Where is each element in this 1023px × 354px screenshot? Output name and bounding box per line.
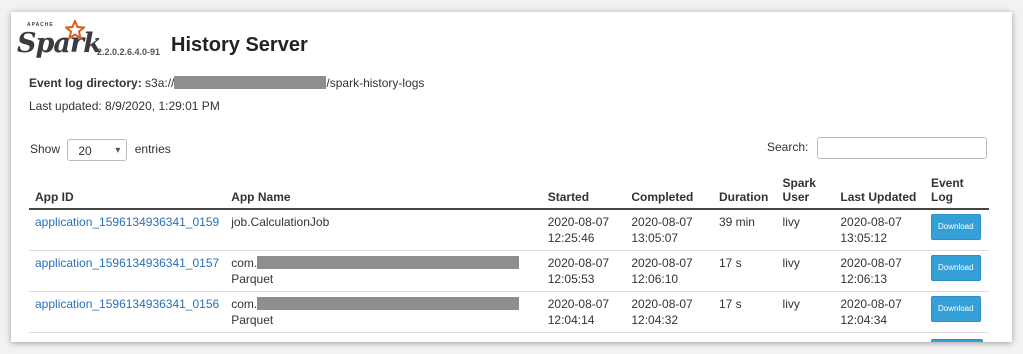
last-updated-date: 2020-08-07	[840, 297, 902, 311]
page-size-select[interactable]: 20 ▾	[67, 139, 128, 161]
header-event-log[interactable]: Event Log	[925, 172, 989, 210]
duration: 39 min	[712, 208, 777, 251]
started-cell: 2020-08-07 12:05:53	[541, 250, 626, 292]
page-size-value: 20	[78, 144, 92, 158]
app-name-text: job.CalculationJob	[231, 215, 330, 229]
last-updated-date: 2020-08-07	[840, 215, 902, 229]
header-started[interactable]: Started	[541, 172, 626, 210]
last-updated-cell: 2020-08-07 13:05:12	[834, 208, 925, 251]
applications-table: App ID App Name Started Completed Durati…	[29, 172, 989, 342]
app-name: com. Parquet	[225, 291, 542, 333]
header-app-name[interactable]: App Name	[225, 172, 542, 210]
last-updated-date: 2020-08-07	[840, 256, 902, 270]
table-row: application_1596134936341_0159 job.Calcu…	[29, 208, 989, 251]
last-updated-cell: 2020-08-07 12:06:13	[834, 250, 925, 292]
show-label: Show	[30, 142, 61, 157]
event-log-prefix: s3a://	[145, 76, 175, 90]
duration: 17 s	[712, 250, 777, 292]
search-input[interactable]	[816, 137, 987, 159]
event-log-directory: Event log directory: s3a:// /spark-histor…	[29, 76, 424, 90]
app-id-link[interactable]: application_1596134936341_0157	[35, 256, 219, 270]
last-updated-cell: 2020-08-07 12:04:34	[834, 291, 925, 333]
completed-date: 2020-08-07	[631, 256, 693, 270]
started-cell: 2020-08-07 12:25:46	[541, 208, 626, 251]
started-date: 2020-08-07	[547, 256, 610, 270]
completed-cell: 2020-08-07 12:04:32	[625, 291, 713, 333]
app-name: job.CalculationJob	[225, 208, 542, 251]
completed-date: 2020-08-07	[631, 297, 693, 311]
download-button[interactable]: Download	[931, 255, 981, 281]
redacted-bucket	[174, 76, 327, 89]
app-id-link[interactable]: application_1596134936341_0159	[35, 215, 219, 229]
header-spark-user[interactable]: Spark User	[776, 172, 835, 210]
app-name-prefix: com.	[231, 297, 258, 311]
spark-user: livy	[776, 208, 835, 251]
table-row: application_1596134936341_0156 com. Parqu…	[29, 291, 989, 333]
last-updated-time: 13:05:12	[840, 231, 888, 245]
started-time: 12:04:14	[547, 313, 595, 327]
spark-logo[interactable]: APACHE Spark	[17, 20, 102, 62]
entries-label: entries	[134, 142, 171, 157]
page-title: History Server	[171, 34, 308, 56]
event-log-label: Event log directory:	[29, 76, 142, 90]
redacted-app-name	[257, 297, 520, 310]
table-header-row: App ID App Name Started Completed Durati…	[29, 172, 989, 210]
page-size-control: Show 20 ▾ entries	[30, 139, 171, 161]
chevron-down-icon: ▾	[115, 145, 121, 156]
search-label: Search:	[767, 140, 809, 155]
search-control: Search:	[767, 137, 987, 159]
header: APACHE Spark 2.2.0.2.6.4.0-91 History Se…	[17, 18, 617, 68]
duration: 17 s	[712, 291, 777, 333]
started-date: 2020-08-07	[547, 297, 610, 311]
app-name-suffix: Parquet	[231, 272, 274, 286]
completed-date: 2020-08-07	[631, 215, 693, 229]
download-button[interactable]: Download	[931, 296, 981, 322]
event-log-suffix: /spark-history-logs	[326, 76, 425, 90]
spark-user: livy	[776, 291, 835, 333]
download-button-partial[interactable]	[931, 339, 983, 342]
spark-user: livy	[776, 250, 835, 292]
completed-time: 12:06:10	[631, 272, 679, 286]
completed-time: 12:04:32	[631, 313, 679, 327]
partial-row-cell	[29, 332, 925, 342]
spark-wordmark: Spark	[17, 28, 102, 59]
last-updated-time: 12:06:13	[840, 272, 888, 286]
started-date: 2020-08-07	[547, 215, 610, 229]
spark-version: 2.2.0.2.6.4.0-91	[97, 47, 161, 57]
app-name-suffix: Parquet	[231, 313, 274, 327]
table-row: application_1596134936341_0157 com. Parqu…	[29, 250, 989, 292]
started-time: 12:25:46	[547, 231, 595, 245]
redacted-app-name	[257, 256, 520, 269]
completed-cell: 2020-08-07 12:06:10	[625, 250, 713, 292]
started-time: 12:05:53	[547, 272, 595, 286]
app-id-link[interactable]: application_1596134936341_0156	[35, 297, 219, 311]
app-name-prefix: com.	[231, 256, 258, 270]
last-updated: Last updated: 8/9/2020, 1:29:01 PM	[29, 99, 220, 113]
header-app-id[interactable]: App ID	[29, 172, 226, 210]
table-row-partial	[29, 332, 989, 342]
started-cell: 2020-08-07 12:04:14	[541, 291, 626, 333]
header-completed[interactable]: Completed	[625, 172, 713, 210]
last-updated-time: 12:04:34	[840, 313, 888, 327]
history-server-window: APACHE Spark 2.2.0.2.6.4.0-91 History Se…	[11, 12, 1012, 342]
completed-cell: 2020-08-07 13:05:07	[625, 208, 713, 251]
spark-star-icon	[65, 20, 85, 40]
download-button[interactable]: Download	[931, 214, 981, 240]
completed-time: 13:05:07	[631, 231, 679, 245]
header-last-updated[interactable]: Last Updated	[834, 172, 925, 210]
app-name: com. Parquet	[225, 250, 542, 292]
header-duration[interactable]: Duration	[712, 172, 777, 210]
